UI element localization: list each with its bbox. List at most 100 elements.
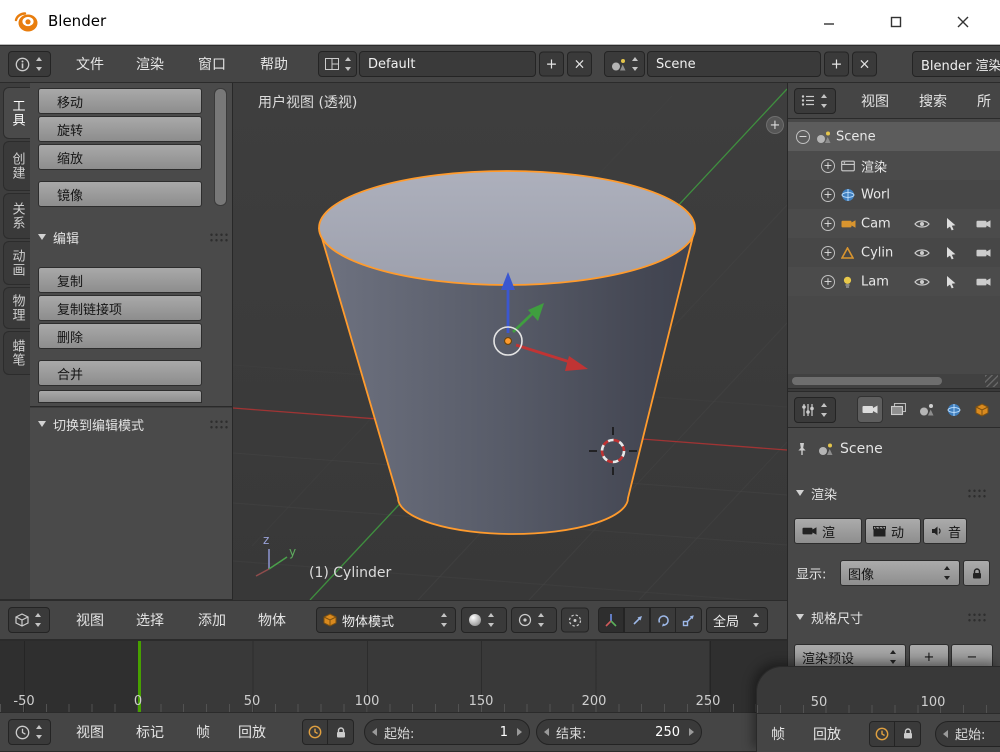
tab-world[interactable] xyxy=(941,396,967,423)
menu-view[interactable]: 视图 xyxy=(76,722,104,742)
rotate-button[interactable]: 旋转 xyxy=(38,116,202,142)
decrement-arrow-icon[interactable] xyxy=(372,728,377,736)
panel-header-dimensions[interactable]: 规格尺寸 xyxy=(788,600,1000,634)
render-button[interactable]: 渲 xyxy=(794,518,862,544)
mode-dropdown[interactable]: 物体模式 xyxy=(316,607,456,633)
pivot-point-dropdown[interactable] xyxy=(511,607,557,633)
increment-arrow-icon[interactable] xyxy=(689,728,694,736)
translate-manipulator-button[interactable] xyxy=(624,607,650,633)
expand-icon[interactable]: + xyxy=(821,246,835,260)
scrollbar-thumb[interactable] xyxy=(792,377,942,385)
display-lock-button[interactable] xyxy=(963,560,990,586)
outliner-item-name[interactable]: Scene xyxy=(836,129,876,144)
menu-playback[interactable]: 回放 xyxy=(813,724,841,744)
eye-icon[interactable] xyxy=(914,248,930,258)
minimize-button[interactable] xyxy=(795,0,862,44)
tool-shelf-tab-physics[interactable]: 物理 xyxy=(3,287,30,329)
menu-window[interactable]: 窗口 xyxy=(198,54,226,74)
render-animation-button[interactable]: 动 xyxy=(865,518,921,544)
panel-header-edit[interactable]: 编辑 xyxy=(38,226,228,248)
tool-shelf-tab-animation[interactable]: 动画 xyxy=(3,241,30,285)
expand-icon[interactable]: + xyxy=(821,217,835,231)
menu-frame[interactable]: 帧 xyxy=(771,724,785,744)
expand-icon[interactable]: + xyxy=(821,275,835,289)
frame-start-field[interactable]: 起始: 1 xyxy=(364,719,530,745)
panel-header-toggle-edit-mode[interactable]: 切换到编辑模式 xyxy=(38,413,228,435)
layout-add-button[interactable]: + xyxy=(539,52,564,77)
menu-view[interactable]: 视图 xyxy=(76,610,104,630)
tool-shelf-scrollbar[interactable] xyxy=(214,88,227,206)
viewport-editor-type-button[interactable] xyxy=(8,607,50,633)
render-visibility-camera-icon[interactable] xyxy=(976,248,991,258)
outliner-item-name[interactable]: Cylin xyxy=(861,245,893,260)
center-points-toggle[interactable] xyxy=(561,608,589,633)
mirror-button[interactable]: 镜像 xyxy=(38,181,202,207)
scene-name-field[interactable]: Scene xyxy=(647,51,821,77)
panel-grip-handle[interactable] xyxy=(967,488,986,499)
scene-browse-button[interactable] xyxy=(604,51,645,77)
tab-render[interactable] xyxy=(857,396,883,423)
tool-shelf-tab-grease-pencil[interactable]: 蜡笔 xyxy=(3,331,30,375)
region-resize-grip[interactable] xyxy=(985,375,998,387)
properties-editor-type-button[interactable] xyxy=(794,397,836,423)
clipped-button[interactable] xyxy=(38,390,202,403)
panel-grip-handle[interactable] xyxy=(209,419,228,430)
outliner-row-render[interactable]: + 渲染 xyxy=(788,151,1000,180)
menu-playback[interactable]: 回放 xyxy=(238,722,266,742)
menu-search[interactable]: 搜索 xyxy=(919,91,947,111)
rotate-manipulator-button[interactable] xyxy=(650,607,676,633)
increment-arrow-icon[interactable] xyxy=(517,728,522,736)
render-visibility-camera-icon[interactable] xyxy=(976,219,991,229)
outliner-row-cylinder[interactable]: + Cylin xyxy=(788,238,1000,267)
scale-manipulator-button[interactable] xyxy=(676,607,702,633)
scene-remove-button[interactable]: × xyxy=(852,52,877,77)
outliner-item-name[interactable]: 渲染 xyxy=(861,156,887,175)
layout-browse-button[interactable] xyxy=(318,51,357,77)
menu-frame[interactable]: 帧 xyxy=(196,722,210,742)
menu-view[interactable]: 视图 xyxy=(861,91,889,111)
outliner-row-lamp[interactable]: + Lam xyxy=(788,267,1000,296)
display-mode-dropdown[interactable]: 图像 xyxy=(840,560,960,586)
info-editor-type-button[interactable] xyxy=(8,51,51,77)
collapse-expander-icon[interactable]: − xyxy=(796,130,810,144)
preview-range-toggle[interactable] xyxy=(302,719,328,745)
join-button[interactable]: 合并 xyxy=(38,360,202,386)
tool-shelf-tab-tools[interactable]: 工具 xyxy=(3,87,30,139)
overlay-timeline-ruler[interactable]: 50 100 xyxy=(757,667,1000,713)
outliner-row-camera[interactable]: + Cam xyxy=(788,209,1000,238)
panel-header-render[interactable]: 渲染 xyxy=(788,476,1000,510)
outliner-row-world[interactable]: + Worl xyxy=(788,180,1000,209)
transform-orientation-dropdown[interactable]: 全局 xyxy=(706,607,768,633)
viewport-shading-dropdown[interactable] xyxy=(461,607,507,633)
menu-marker[interactable]: 标记 xyxy=(136,722,164,742)
frame-end-field[interactable]: 结束: 250 xyxy=(536,719,702,745)
lock-time-toggle[interactable] xyxy=(895,721,921,747)
outliner-editor-type-button[interactable] xyxy=(794,88,836,114)
close-button[interactable] xyxy=(929,0,996,44)
move-button[interactable]: 移动 xyxy=(38,88,202,114)
tab-scene[interactable] xyxy=(913,396,939,423)
timeline-editor-type-button[interactable] xyxy=(8,719,51,745)
outliner-filter-dropdown[interactable]: 所 xyxy=(977,91,991,111)
viewport-corner-plus[interactable]: + xyxy=(766,116,784,134)
scene-add-button[interactable]: + xyxy=(824,52,849,77)
manipulator-toggle[interactable] xyxy=(598,607,624,633)
tool-shelf-tab-create[interactable]: 创建 xyxy=(3,141,30,191)
layout-name-field[interactable]: Default xyxy=(359,51,536,77)
panel-grip-handle[interactable] xyxy=(209,232,228,243)
menu-render[interactable]: 渲染 xyxy=(136,54,164,74)
eye-icon[interactable] xyxy=(914,219,930,229)
selectable-cursor-icon[interactable] xyxy=(946,217,957,231)
lock-time-toggle[interactable] xyxy=(328,719,354,745)
breadcrumb-scene-name[interactable]: Scene xyxy=(840,441,883,457)
eye-icon[interactable] xyxy=(914,277,930,287)
outliner-item-name[interactable]: Worl xyxy=(861,187,890,202)
preview-range-toggle[interactable] xyxy=(869,721,895,747)
outliner-item-name[interactable]: Cam xyxy=(861,216,891,231)
layout-remove-button[interactable]: × xyxy=(567,52,592,77)
tool-shelf-tab-relations[interactable]: 关系 xyxy=(3,193,30,239)
pin-icon[interactable] xyxy=(796,442,808,456)
duplicate-linked-button[interactable]: 复制链接项 xyxy=(38,295,202,321)
frame-start-field[interactable]: 起始: xyxy=(935,721,1000,747)
menu-object[interactable]: 物体 xyxy=(258,610,286,630)
